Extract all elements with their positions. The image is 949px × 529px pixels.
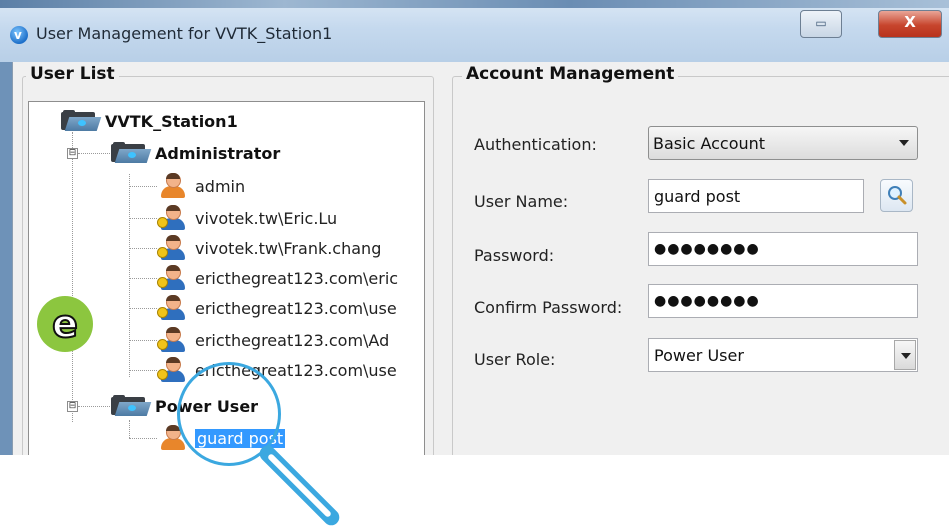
- tree-connector: [129, 438, 157, 439]
- user-role-label: User Role:: [474, 350, 556, 369]
- chevron-down-icon: [899, 140, 909, 146]
- tree-connector: [129, 308, 157, 309]
- title-bar: v User Management for VVTK_Station1 ▭ X: [0, 0, 949, 62]
- user-icon: [157, 173, 189, 199]
- tree-connector: [78, 406, 110, 407]
- domain-user-icon: [157, 265, 189, 291]
- password-value: ●●●●●●●●: [654, 241, 760, 257]
- username-field[interactable]: guard post: [648, 179, 864, 213]
- tree-connector: [129, 174, 130, 377]
- tree-connector: [129, 248, 157, 249]
- user-management-window: v User Management for VVTK_Station1 ▭ X …: [0, 0, 949, 455]
- tree-connector: [129, 278, 157, 279]
- user-role-dropdown[interactable]: Power User: [648, 338, 918, 372]
- tree-connector: [129, 218, 157, 219]
- password-field[interactable]: ●●●●●●●●: [648, 232, 918, 266]
- tree-connector: [78, 153, 110, 154]
- username-label: User Name:: [474, 192, 569, 211]
- tree-user-item[interactable]: admin: [157, 173, 245, 199]
- tree-user-item[interactable]: vivotek.tw\Frank.chang: [157, 235, 381, 261]
- tree-connector: [129, 186, 157, 187]
- tree-user-label: admin: [195, 176, 246, 196]
- folder-icon: [111, 142, 152, 164]
- tree-user-label: ericthegreat123.com\Ad: [195, 330, 390, 350]
- dropdown-button[interactable]: [894, 340, 916, 370]
- user-role-value: Power User: [654, 345, 744, 365]
- tree-user-label: ericthegreat123.com\use: [195, 298, 397, 318]
- tree-connector: [129, 370, 157, 371]
- username-value: guard post: [654, 186, 741, 206]
- password-label: Password:: [474, 246, 555, 265]
- user-list-title: User List: [26, 64, 119, 84]
- authentication-label: Authentication:: [474, 135, 597, 154]
- folder-icon: [61, 110, 102, 132]
- folder-icon: [111, 395, 152, 417]
- domain-user-icon: [157, 235, 189, 261]
- title-bar-top-strip: [0, 0, 949, 8]
- tree-user-label: ericthegreat123.com\eric: [195, 268, 399, 288]
- tree-group-label: Administrator: [155, 143, 281, 163]
- close-button[interactable]: X: [878, 10, 942, 38]
- restore-icon: ▭: [815, 16, 827, 30]
- step-badge-letter: e: [51, 302, 79, 346]
- tree-user-label: vivotek.tw\Frank.chang: [195, 238, 382, 258]
- domain-user-icon: [157, 327, 189, 353]
- tree-user-item[interactable]: vivotek.tw\Eric.Lu: [157, 205, 337, 231]
- authentication-value: Basic Account: [653, 133, 766, 153]
- window-title: User Management for VVTK_Station1: [36, 24, 333, 43]
- domain-user-icon: [157, 357, 189, 383]
- tree-connector: [129, 340, 157, 341]
- step-badge: e: [37, 296, 93, 352]
- domain-user-icon: [157, 295, 189, 321]
- app-logo-icon: v: [10, 26, 28, 44]
- tree-user-item[interactable]: ericthegreat123.com\use: [157, 295, 397, 321]
- tree-connector: [129, 420, 130, 438]
- collapse-icon[interactable]: ⊟: [67, 148, 78, 159]
- tree-user-item[interactable]: ericthegreat123.com\eric: [157, 265, 398, 291]
- tree-root-node[interactable]: VVTK_Station1: [61, 108, 238, 134]
- search-icon: [888, 186, 907, 205]
- confirm-password-value: ●●●●●●●●: [654, 293, 760, 309]
- tree-connector: [72, 132, 73, 422]
- restore-button[interactable]: ▭: [800, 10, 842, 38]
- tree-user-label: vivotek.tw\Eric.Lu: [195, 208, 338, 228]
- confirm-password-field[interactable]: ●●●●●●●●: [648, 284, 918, 318]
- authentication-dropdown[interactable]: Basic Account: [648, 126, 918, 160]
- magnifier-handle-icon: [256, 442, 343, 529]
- confirm-password-label: Confirm Password:: [474, 298, 623, 317]
- chevron-down-icon: [901, 353, 911, 359]
- tree-user-item[interactable]: ericthegreat123.com\Ad: [157, 327, 389, 353]
- tree-group-administrator[interactable]: Administrator: [111, 140, 280, 166]
- domain-user-icon: [157, 205, 189, 231]
- collapse-icon[interactable]: ⊟: [67, 401, 78, 412]
- close-icon: X: [904, 13, 916, 31]
- account-management-title: Account Management: [462, 64, 679, 84]
- tree-root-label: VVTK_Station1: [105, 111, 238, 131]
- user-search-button[interactable]: [880, 179, 913, 212]
